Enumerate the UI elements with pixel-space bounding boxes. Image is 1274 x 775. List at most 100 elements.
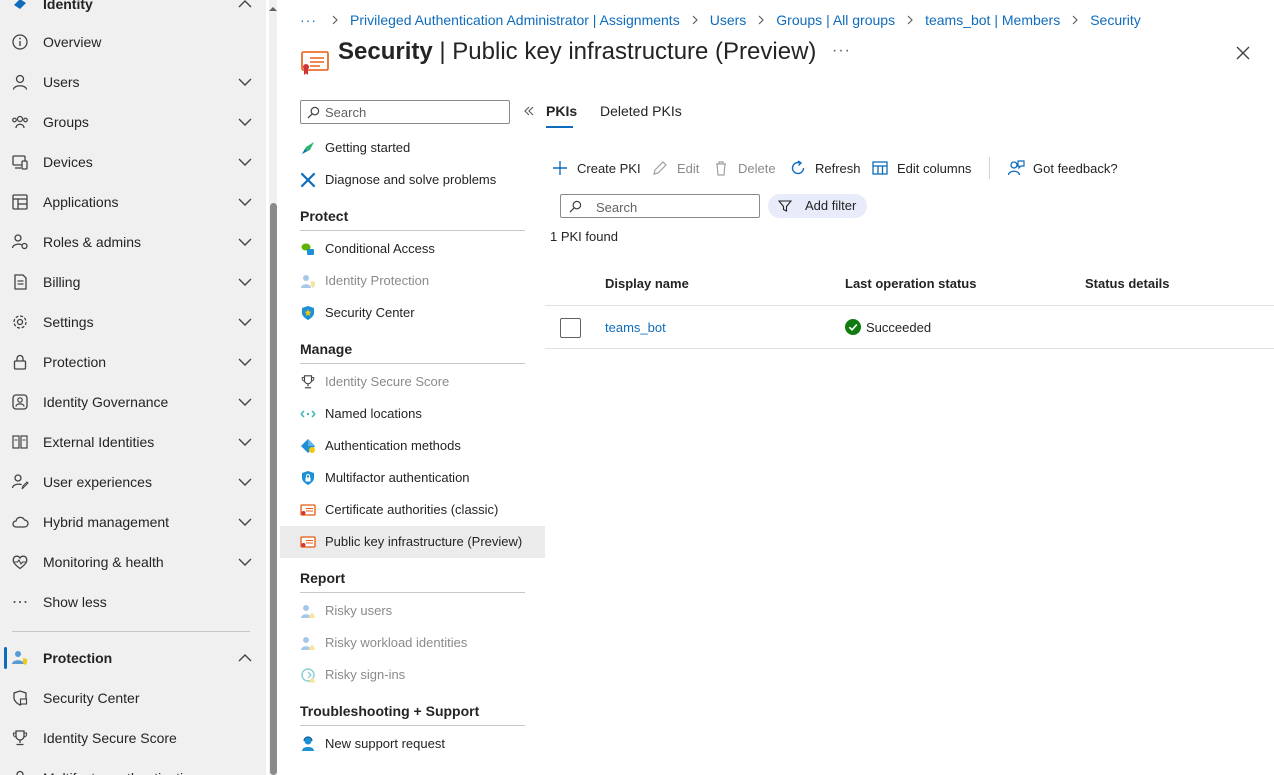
nav-item-label: Multifactor authentication — [43, 770, 199, 775]
edit-columns-button[interactable]: Edit columns — [871, 158, 971, 178]
edit-button[interactable]: Edit — [651, 158, 699, 178]
nav-item-groups[interactable]: Groups — [0, 102, 266, 142]
chevron-down-icon[interactable] — [236, 473, 254, 491]
identity-icon — [11, 0, 29, 13]
delete-button[interactable]: Delete — [712, 158, 776, 178]
column-header-last-operation-status[interactable]: Last operation status — [845, 276, 976, 291]
add-filter-button[interactable]: Add filter — [768, 194, 867, 218]
nav-item-overview[interactable]: Overview — [0, 22, 266, 62]
chevron-down-icon[interactable] — [236, 273, 254, 291]
tab-deleted-pkis[interactable]: Deleted PKIs — [600, 103, 682, 119]
app-window: Identity Overview Users Groups Devices A… — [0, 0, 1274, 775]
menu-item-risky-sign-ins[interactable]: Risky sign-ins — [280, 659, 545, 691]
devices-icon — [11, 153, 29, 171]
chevron-down-icon[interactable] — [236, 233, 254, 251]
nav-item-protection[interactable]: Protection — [0, 342, 266, 382]
chevron-right-icon — [689, 14, 701, 26]
breadcrumb-link[interactable]: teams_bot | Members — [925, 12, 1060, 28]
menu-item-multifactor-authentication[interactable]: Multifactor authentication — [280, 462, 545, 494]
chevron-up-icon[interactable] — [236, 649, 254, 667]
menu-item-diagnose-and-solve-problems[interactable]: Diagnose and solve problems — [280, 164, 545, 196]
column-header-status-details[interactable]: Status details — [1085, 276, 1170, 291]
menu-item-public-key-infrastructure-preview[interactable]: Public key infrastructure (Preview) — [280, 526, 545, 558]
chevron-down-icon[interactable] — [236, 393, 254, 411]
nav-item-show-less[interactable]: Show less — [0, 582, 266, 622]
chevron-down-icon[interactable] — [236, 73, 254, 91]
breadcrumb-link[interactable]: Security — [1090, 12, 1141, 28]
chevron-down-icon[interactable] — [236, 153, 254, 171]
menu-item-security-center[interactable]: Security Center — [280, 297, 545, 329]
collapse-menu-icon[interactable] — [522, 104, 536, 118]
nav-item-applications[interactable]: Applications — [0, 182, 266, 222]
menu-item-new-support-request[interactable]: New support request — [280, 728, 545, 760]
menu-item-label: Authentication methods — [325, 438, 461, 453]
menu-item-risky-users[interactable]: Risky users — [280, 595, 545, 627]
close-icon[interactable] — [1234, 44, 1252, 62]
breadcrumb-link[interactable]: Groups | All groups — [776, 12, 895, 28]
nav-item-multifactor-authentication[interactable]: Multifactor authentication — [0, 758, 266, 775]
nav-item-label: Show less — [43, 594, 107, 610]
nav-scrollbar-thumb[interactable] — [270, 203, 277, 775]
pki-search-input[interactable] — [596, 199, 751, 215]
chevron-down-icon[interactable] — [236, 353, 254, 371]
page-title: Security | Public key infrastructure (Pr… — [338, 38, 816, 66]
conditional-access-icon — [300, 241, 316, 257]
menu-item-risky-workload-identities[interactable]: Risky workload identities — [280, 627, 545, 659]
row-display-name-link[interactable]: teams_bot — [605, 320, 666, 335]
nav-item-users[interactable]: Users — [0, 62, 266, 102]
certificate-icon — [300, 534, 316, 550]
nav-item-identity-governance[interactable]: Identity Governance — [0, 382, 266, 422]
nav-item-user-experiences[interactable]: User experiences — [0, 462, 266, 502]
nav-item-label: User experiences — [43, 474, 152, 490]
breadcrumb-link[interactable]: Privileged Authentication Administrator … — [350, 12, 680, 28]
menu-item-identity-protection[interactable]: Identity Protection — [280, 265, 545, 297]
refresh-button[interactable]: Refresh — [789, 158, 861, 178]
nav-item-monitoring-health[interactable]: Monitoring & health — [0, 542, 266, 582]
menu-section-report: Report — [300, 570, 346, 586]
row-checkbox[interactable] — [560, 318, 581, 338]
menu-search-input[interactable] — [325, 104, 505, 120]
risky-workload-icon — [300, 635, 316, 651]
nav-item-label: Groups — [43, 114, 89, 130]
gear-icon — [11, 313, 29, 331]
menu-item-identity-secure-score[interactable]: Identity Secure Score — [280, 366, 545, 398]
nav-item-identity-secure-score[interactable]: Identity Secure Score — [0, 718, 266, 758]
nav-item-billing[interactable]: Billing — [0, 262, 266, 302]
column-header-display-name[interactable]: Display name — [605, 276, 689, 291]
menu-item-conditional-access[interactable]: Conditional Access — [280, 233, 545, 265]
authentication-methods-icon — [300, 438, 316, 454]
chevron-down-icon[interactable] — [236, 553, 254, 571]
chevron-down-icon[interactable] — [236, 433, 254, 451]
nav-section-protection[interactable]: Protection — [0, 638, 266, 678]
chevron-down-icon[interactable] — [236, 313, 254, 331]
info-icon — [11, 33, 29, 51]
nav-item-external-identities[interactable]: External Identities — [0, 422, 266, 462]
menu-item-named-locations[interactable]: Named locations — [280, 398, 545, 430]
nav-item-security-center[interactable]: Security Center — [0, 678, 266, 718]
chevron-down-icon[interactable] — [236, 113, 254, 131]
nav-item-devices[interactable]: Devices — [0, 142, 266, 182]
groups-icon — [11, 113, 29, 131]
menu-item-authentication-methods[interactable]: Authentication methods — [280, 430, 545, 462]
tab-pkis[interactable]: PKIs — [546, 103, 577, 119]
nav-item-roles-admins[interactable]: Roles & admins — [0, 222, 266, 262]
mfa-icon — [11, 769, 29, 775]
create-pki-button[interactable]: Create PKI — [551, 158, 641, 178]
chevron-up-icon[interactable] — [236, 0, 254, 13]
header-more-button[interactable]: ··· — [832, 42, 851, 60]
breadcrumb-link[interactable]: Users — [710, 12, 747, 28]
scroll-up-arrow-icon[interactable] — [268, 4, 278, 14]
menu-item-label: Identity Protection — [325, 273, 430, 288]
chevron-down-icon[interactable] — [236, 193, 254, 211]
nav-item-hybrid-management[interactable]: Hybrid management — [0, 502, 266, 542]
pki-search-box[interactable] — [560, 194, 760, 218]
nav-item-settings[interactable]: Settings — [0, 302, 266, 342]
menu-search-box[interactable] — [300, 100, 510, 124]
feedback-button[interactable]: Got feedback? — [1007, 158, 1118, 178]
breadcrumb-more-button[interactable]: ··· — [300, 12, 317, 28]
chevron-right-icon — [1069, 14, 1081, 26]
menu-item-getting-started[interactable]: Getting started — [280, 132, 545, 164]
menu-item-certificate-authorities-classic[interactable]: Certificate authorities (classic) — [280, 494, 545, 526]
nav-item-identity[interactable]: Identity — [0, 0, 266, 24]
chevron-down-icon[interactable] — [236, 513, 254, 531]
